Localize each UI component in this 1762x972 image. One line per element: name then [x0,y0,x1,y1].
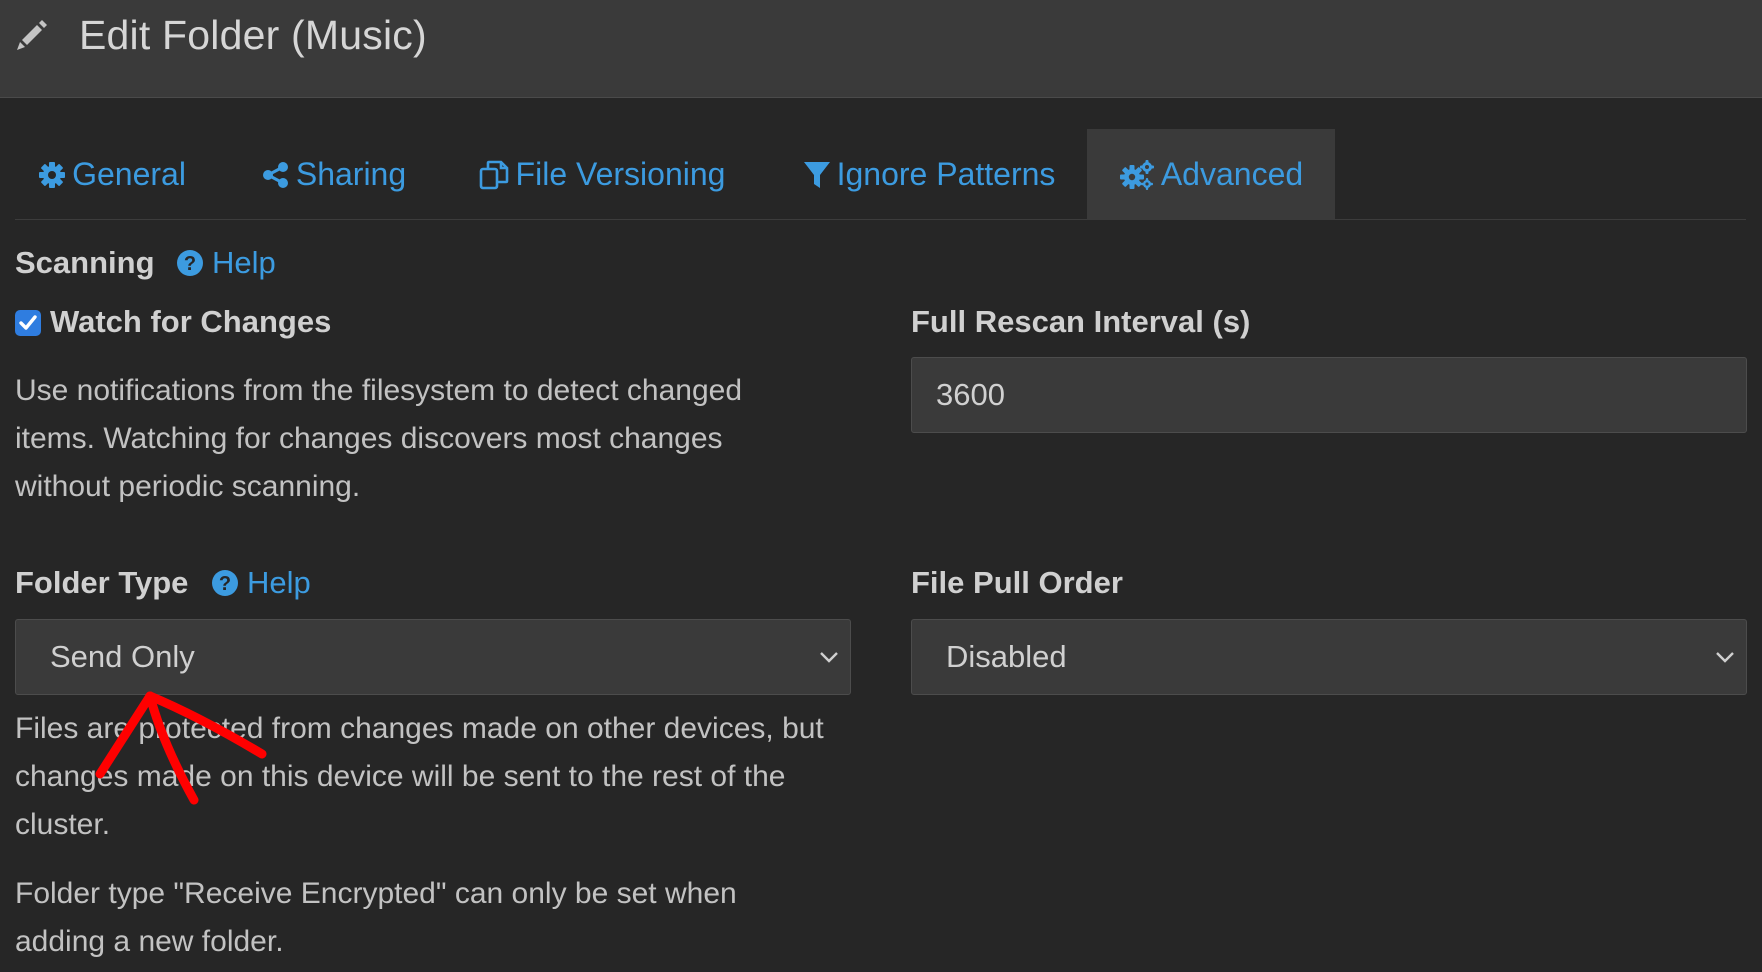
rescan-interval-value: 3600 [936,377,1005,412]
filter-icon [803,161,830,188]
watch-changes-description: Use notifications from the filesystem to… [15,374,743,503]
scanning-help-label: Help [212,245,276,280]
pull-order-label: File Pull Order [911,565,1123,600]
svg-text:?: ? [219,573,231,595]
rescan-interval-label: Full Rescan Interval (s) [911,304,1251,339]
tab-general[interactable]: General [15,129,209,220]
gears-icon [1119,159,1154,190]
share-icon [262,161,288,188]
folder-type-help-label: Help [247,565,311,600]
chevron-down-icon [820,652,838,663]
pull-order-select[interactable]: Disabled [911,619,1747,695]
tab-ignore-patterns-label: Ignore Patterns [836,156,1056,192]
watch-changes-label[interactable]: Watch for Changes [50,304,331,340]
question-circle-icon: ? [177,250,203,276]
scanning-heading: Scanning [15,245,155,280]
tab-sharing-label: Sharing [295,156,407,192]
tab-general-label: General [72,156,186,192]
copy-icon [479,160,508,189]
folder-type-note: Folder type "Receive Encrypted" can only… [15,877,737,958]
folder-type-heading: Folder Type [15,565,189,600]
folder-type-help-link[interactable]: ? Help [211,565,311,601]
tab-file-versioning-label: File Versioning [515,156,726,192]
pull-order-value: Disabled [946,639,1067,674]
question-circle-icon: ? [212,570,238,596]
tab-advanced-label: Advanced [1160,156,1304,192]
tab-sharing[interactable]: Sharing [251,129,417,220]
tab-file-versioning[interactable]: File Versioning [463,129,740,220]
chevron-down-icon [1716,652,1734,663]
modal-header: Edit Folder (Music) [0,0,1762,98]
scanning-help-link[interactable]: ? Help [176,245,276,281]
tab-bar: General Sharing File Versioning Ignore P… [15,129,1746,220]
watch-changes-checkbox[interactable] [15,310,41,336]
gear-icon [39,161,66,188]
tab-ignore-patterns[interactable]: Ignore Patterns [784,129,1074,220]
tab-advanced[interactable]: Advanced [1087,129,1335,220]
folder-type-value: Send Only [50,639,195,674]
modal-title: Edit Folder (Music) [79,12,427,58]
pencil-icon [17,20,47,50]
svg-text:?: ? [184,253,196,275]
annotation-arrow [95,691,267,805]
rescan-interval-input[interactable]: 3600 [911,357,1747,433]
checkmark-icon [19,315,37,330]
